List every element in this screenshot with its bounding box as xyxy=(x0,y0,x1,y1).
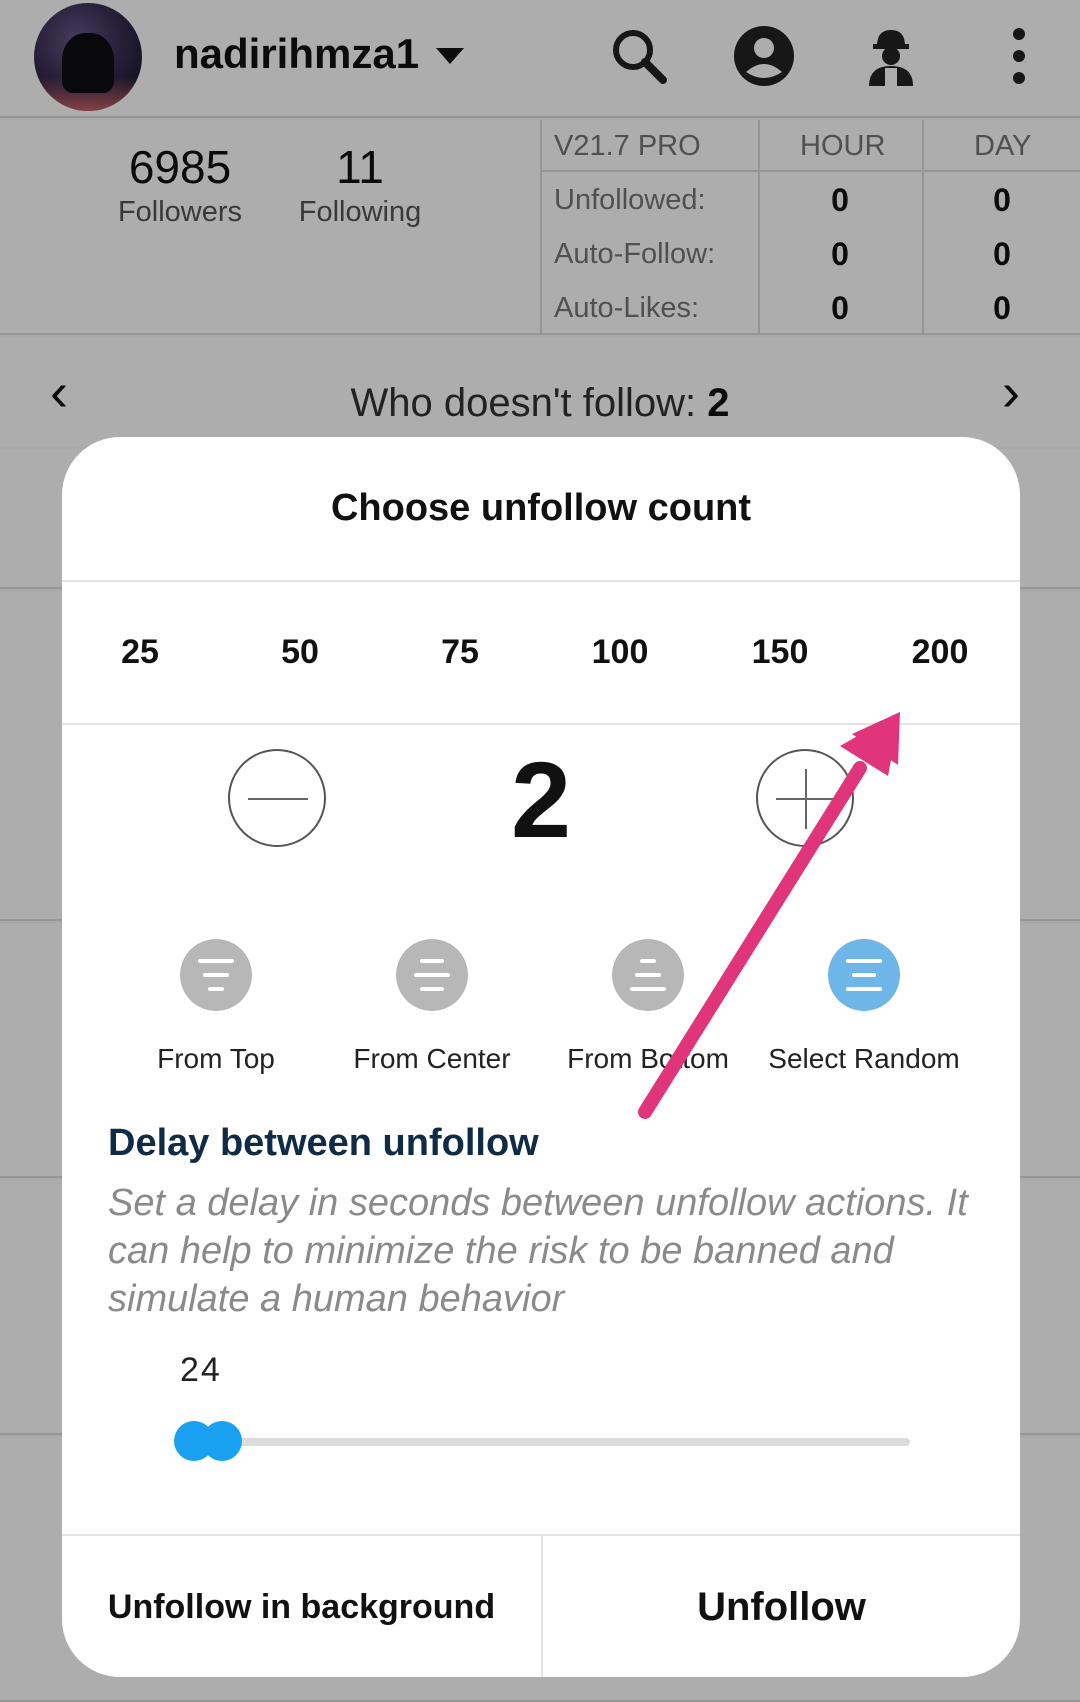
sort-center-icon xyxy=(396,939,468,1011)
preset-75[interactable]: 75 xyxy=(400,633,520,672)
sort-top-icon xyxy=(180,939,252,1011)
dialog-title: Choose unfollow count xyxy=(330,487,752,529)
preset-150[interactable]: 150 xyxy=(720,633,840,672)
delay-slider-track[interactable] xyxy=(174,1438,910,1446)
unfollow-in-background-button[interactable]: Unfollow in background xyxy=(62,1536,541,1677)
delay-slider-handle-max[interactable] xyxy=(202,1421,242,1461)
dialog-footer: Unfollow in background Unfollow xyxy=(62,1534,1020,1677)
preset-50[interactable]: 50 xyxy=(240,633,360,672)
plus-icon-vertical xyxy=(805,769,807,829)
preset-25[interactable]: 25 xyxy=(80,633,200,672)
preset-200[interactable]: 200 xyxy=(880,633,1000,672)
divider xyxy=(62,723,1020,725)
delay-title: Delay between unfollow xyxy=(108,1122,539,1164)
mode-select-random[interactable]: Select Random xyxy=(764,939,964,1099)
unfollow-button[interactable]: Unfollow xyxy=(543,1536,1020,1677)
sort-bottom-icon xyxy=(612,939,684,1011)
divider xyxy=(62,580,1020,582)
unfollow-count-dialog: Choose unfollow count 25 50 75 100 150 2… xyxy=(62,437,1020,1677)
delay-slider-value: 24 xyxy=(180,1351,222,1389)
unfollow-count-value: 2 xyxy=(510,739,572,860)
mode-from-bottom[interactable]: From Bottom xyxy=(548,939,748,1099)
preset-100[interactable]: 100 xyxy=(560,633,680,672)
delay-description: Set a delay in seconds between unfollow … xyxy=(108,1182,968,1320)
mode-from-top[interactable]: From Top xyxy=(116,939,316,1099)
mode-label: Select Random xyxy=(768,1043,960,1074)
shuffle-icon xyxy=(828,939,900,1011)
mode-from-center[interactable]: From Center xyxy=(332,939,532,1099)
increment-button[interactable] xyxy=(756,749,854,847)
